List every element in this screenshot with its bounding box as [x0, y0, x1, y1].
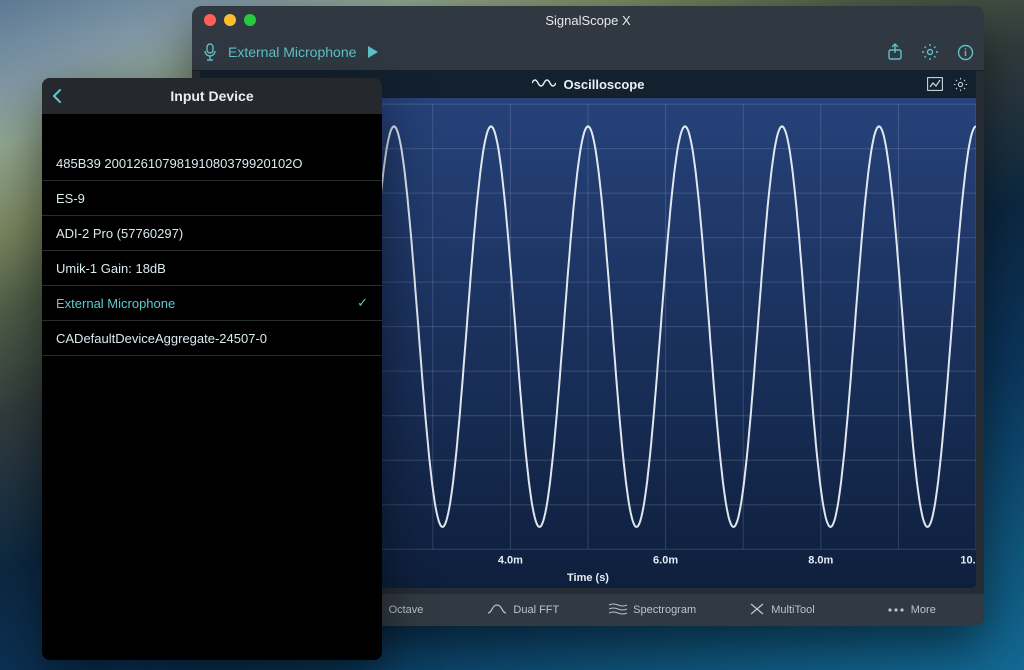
settings-gear-icon[interactable]	[921, 43, 939, 61]
dropdown-item-label: Umik-1 Gain: 18dB	[56, 261, 166, 276]
tab-label: Dual FFT	[513, 604, 559, 616]
dropdown-item[interactable]: Umik-1 Gain: 18dB	[42, 251, 382, 286]
microphone-icon[interactable]	[202, 43, 218, 61]
dropdown-item-label: External Microphone	[56, 296, 175, 311]
maximize-button[interactable]	[244, 14, 256, 26]
dropdown-item[interactable]: CADefaultDeviceAggregate-24507-0	[42, 321, 382, 356]
dropdown-item[interactable]: ADI-2 Pro (57760297)	[42, 216, 382, 251]
tab-label: MultiTool	[771, 604, 814, 616]
dropdown-item-label: ES-9	[56, 191, 85, 206]
window-controls	[204, 14, 256, 26]
share-icon[interactable]	[887, 43, 903, 61]
dropdown-item[interactable]: External Microphone ✓	[42, 286, 382, 321]
svg-text:8.0m: 8.0m	[808, 554, 833, 566]
check-icon: ✓	[357, 295, 368, 311]
svg-text:6.0m: 6.0m	[653, 554, 678, 566]
tab-multitool[interactable]: MultiTool	[717, 594, 846, 626]
dropdown-header: Input Device	[42, 78, 382, 114]
tab-label: Spectrogram	[633, 604, 696, 616]
tab-label: More	[911, 604, 936, 616]
tab-spectrogram[interactable]: Spectrogram	[588, 594, 717, 626]
titlebar: SignalScope X	[192, 6, 984, 34]
close-button[interactable]	[204, 14, 216, 26]
info-icon[interactable]	[957, 44, 974, 61]
panel-mode-label: Oscilloscope	[564, 77, 645, 92]
tab-dual-fft[interactable]: Dual FFT	[459, 594, 588, 626]
svg-text:4.0m: 4.0m	[498, 554, 523, 566]
dropdown-item[interactable]: 485B39 20012610798191080379920102O	[42, 146, 382, 181]
panel-settings-icon[interactable]	[953, 77, 968, 92]
minimize-button[interactable]	[224, 14, 236, 26]
dropdown-title: Input Device	[170, 88, 253, 104]
dual-fft-icon	[487, 603, 507, 618]
chart-view-icon[interactable]	[927, 77, 943, 92]
dropdown-list: 485B39 20012610798191080379920102O ES-9 AD…	[42, 114, 382, 356]
dropdown-item-label: ADI-2 Pro (57760297)	[56, 226, 183, 241]
back-button[interactable]	[50, 87, 64, 105]
tab-label: Octave	[389, 604, 424, 616]
svg-text:10.0m: 10.0m	[960, 554, 976, 566]
window-title: SignalScope X	[192, 13, 984, 28]
spectrogram-icon	[609, 603, 627, 618]
dropdown-item[interactable]: ES-9	[42, 181, 382, 216]
play-icon[interactable]	[366, 45, 380, 59]
dropdown-item-label: 485B39 20012610798191080379920102O	[56, 156, 303, 171]
tab-more[interactable]: More	[847, 594, 976, 626]
multitool-icon	[749, 602, 765, 619]
dropdown-item-label: CADefaultDeviceAggregate-24507-0	[56, 331, 267, 346]
input-device-label[interactable]: External Microphone	[228, 44, 356, 60]
toolbar: External Microphone	[192, 34, 984, 71]
more-icon	[887, 604, 905, 616]
input-device-dropdown: Input Device 485B39 20012610798191080379…	[42, 78, 382, 660]
waveform-icon	[532, 77, 556, 92]
